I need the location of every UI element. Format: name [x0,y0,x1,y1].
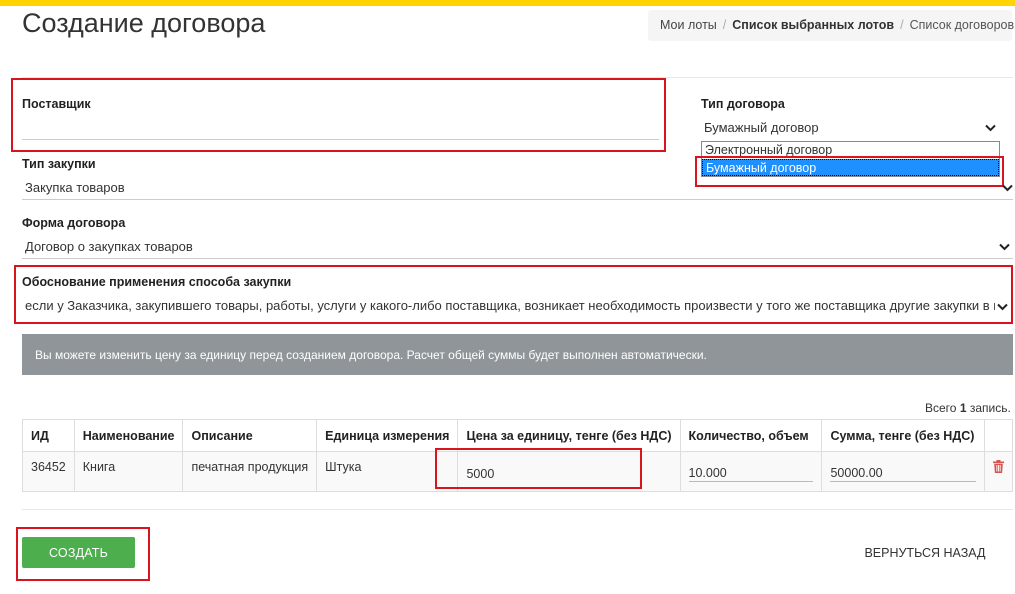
chevron-down-icon[interactable] [999,243,1010,251]
breadcrumb: Мои лоты / Список выбранных лотов / Список д… [648,10,1015,41]
contract-type-label: Тип договора [701,97,785,111]
back-button[interactable]: ВЕРНУТЬСЯ НАЗАД [852,540,998,566]
total-prefix: Всего [925,401,957,415]
highlight-supplier [11,78,666,152]
sum-input[interactable] [830,460,976,482]
contract-form-value: Договор о закупках товаров [25,239,193,254]
divider [22,509,1013,510]
cell-actions [983,451,1014,492]
breadcrumb-separator: / [900,18,904,32]
table-header-row: ИД Наименование Описание Единица измерен… [22,419,1014,452]
header-name: Наименование [73,419,184,452]
purchase-type-select[interactable]: Закупка товаров [22,180,1013,200]
cell-quantity [679,451,823,492]
cell-name: Книга [73,451,184,492]
breadcrumb-selected-lots[interactable]: Список выбранных лотов [732,18,894,32]
header-unit: Единица измерения [316,419,459,452]
chevron-down-icon[interactable] [1002,184,1013,192]
breadcrumb-separator: / [722,18,727,32]
breadcrumb-my-lots[interactable]: Мои лоты [660,18,717,32]
top-accent-bar [0,0,1015,6]
header-sum: Сумма, тенге (без НДС) [821,419,985,452]
contract-type-select[interactable]: Бумажный договор [701,120,1000,140]
highlight-create [16,527,150,581]
purchase-type-value: Закупка товаров [25,180,125,195]
quantity-input[interactable] [688,460,814,482]
cell-sum [821,451,985,492]
highlight-price [435,448,642,489]
cell-description: печатная продукция [182,451,318,492]
page-title: Создание договора [22,8,266,38]
contract-type-value: Бумажный договор [704,120,819,135]
contract-form-select[interactable]: Договор о закупках товаров [22,239,1013,259]
purchase-type-label: Тип закупки [22,157,96,171]
highlight-justification [14,265,1013,324]
info-message: Вы можете изменить цену за единицу перед… [22,334,1013,375]
breadcrumb-contracts-list: Список договоров [909,18,1015,32]
trash-icon[interactable] [992,460,1004,476]
total-count: Всего 1 запись. [925,401,1011,415]
cell-id: 36452 [22,451,75,492]
header-actions [983,419,1014,452]
header-quantity: Количество, объем [679,419,823,452]
contract-form-label: Форма договора [22,216,126,230]
header-description: Описание [182,419,318,452]
chevron-down-icon[interactable] [985,124,996,132]
total-number: 1 [959,401,967,415]
header-price: Цена за единицу, тенге (без НДС) [457,419,681,452]
total-suffix: запись. [969,401,1011,415]
header-id: ИД [22,419,75,452]
